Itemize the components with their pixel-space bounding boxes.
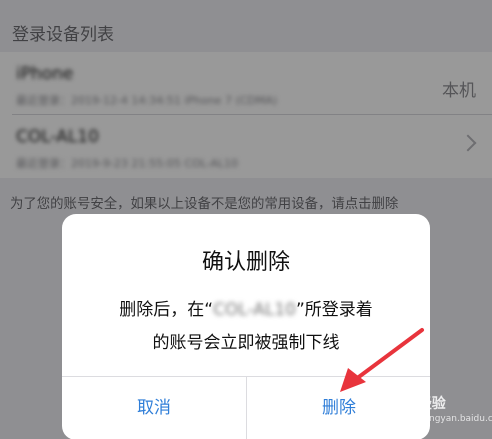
baidu-watermark: Baidu 经验 bbox=[368, 396, 446, 412]
device-management-screen: 登录设备列表 iPhone 最近登录：2019-12-4 14:34:51 iP… bbox=[0, 0, 492, 439]
dialog-title: 确认删除 bbox=[201, 250, 290, 275]
dialog-message-prefix: 删除后，在“ bbox=[119, 300, 214, 320]
dialog-message: 删除后，在“COL-AL10”所登录着 的账号会立即被强制下线 bbox=[96, 294, 396, 360]
baidu-watermark-url: jingyan.baidu.com bbox=[424, 414, 492, 424]
dialog-message-device: COL-AL10 bbox=[213, 300, 296, 320]
dialog-message-suffix: ”所登录着 bbox=[295, 300, 373, 320]
cancel-button[interactable]: 取消 bbox=[62, 377, 246, 439]
dialog-message-line2: 的账号会立即被强制下线 bbox=[152, 333, 340, 353]
